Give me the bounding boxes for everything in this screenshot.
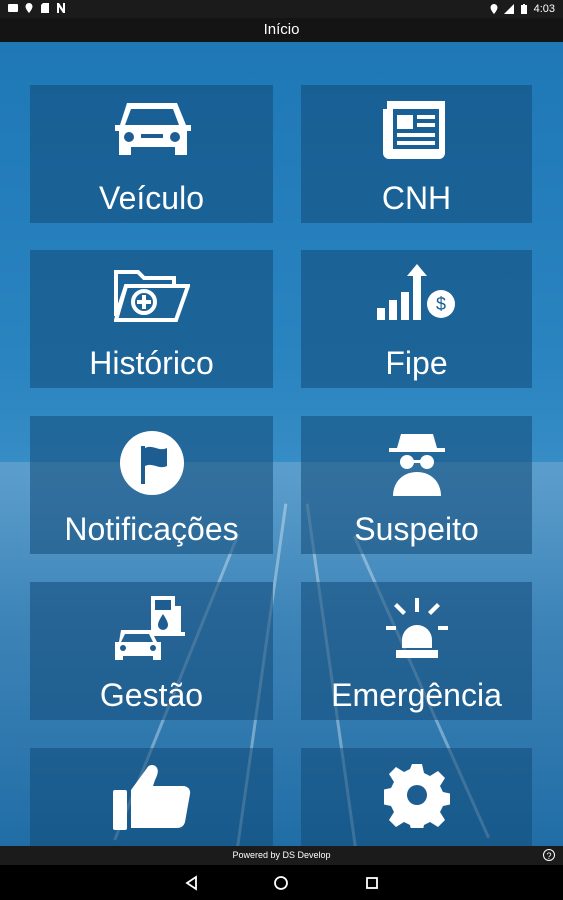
powered-by-text: Powered by DS Develop [232,850,331,860]
tile-cnh[interactable]: CNH [301,85,532,223]
fuel-car-icon [114,596,185,660]
status-left-icons [8,3,66,13]
location-icon [490,4,498,14]
status-right-icons: 4:03 [489,3,555,15]
powered-by-footer: Powered by DS Develop ? [0,846,563,865]
location-icon [25,3,33,13]
page-title: Início [0,18,563,42]
tile-label: Suspeito [354,511,479,547]
tile-configuracoes[interactable] [301,748,532,846]
tile-fipe[interactable]: $ Fipe [301,250,532,388]
tile-label: Emergência [331,677,502,713]
tile-notificacoes[interactable]: Notificações [30,416,273,554]
spy-icon [388,434,445,496]
system-nav-bar [0,865,563,900]
newspaper-icon [382,101,445,159]
svg-text:$: $ [435,294,445,314]
help-icon[interactable]: ? [543,849,555,861]
tile-veiculo[interactable]: Veículo [30,85,273,223]
price-chart-icon: $ [376,264,455,320]
home-icon[interactable] [273,875,289,891]
siren-icon [385,598,448,658]
tile-suspeito[interactable]: Suspeito [301,416,532,554]
tile-historico[interactable]: Histórico [30,250,273,388]
flag-icon [119,431,184,495]
tile-avaliar[interactable] [30,748,273,846]
signal-icon [503,4,514,14]
main-content: Veículo CNH Histórico $ Fipe Notificaçõe… [0,42,563,846]
battery-icon [520,4,527,14]
tile-label: Fipe [385,345,448,381]
status-bar: 4:03 [0,0,563,18]
status-time: 4:03 [533,3,555,15]
recents-icon[interactable] [364,875,380,891]
n-icon [57,3,65,13]
tile-label: Histórico [89,345,214,381]
car-icon [114,103,191,155]
folder-add-icon [113,270,190,322]
tile-label: CNH [381,180,452,216]
tile-gestao[interactable]: Gestão [30,582,273,720]
tile-emergencia[interactable]: Emergência [301,582,532,720]
back-icon[interactable] [184,875,200,891]
image-icon [8,4,18,12]
tile-label: Notificações [64,511,239,547]
gear-icon [383,764,450,828]
thumbs-up-icon [112,765,190,830]
tile-label: Gestão [99,677,204,713]
tile-label: Veículo [99,180,204,216]
sd-card-icon [41,3,49,13]
